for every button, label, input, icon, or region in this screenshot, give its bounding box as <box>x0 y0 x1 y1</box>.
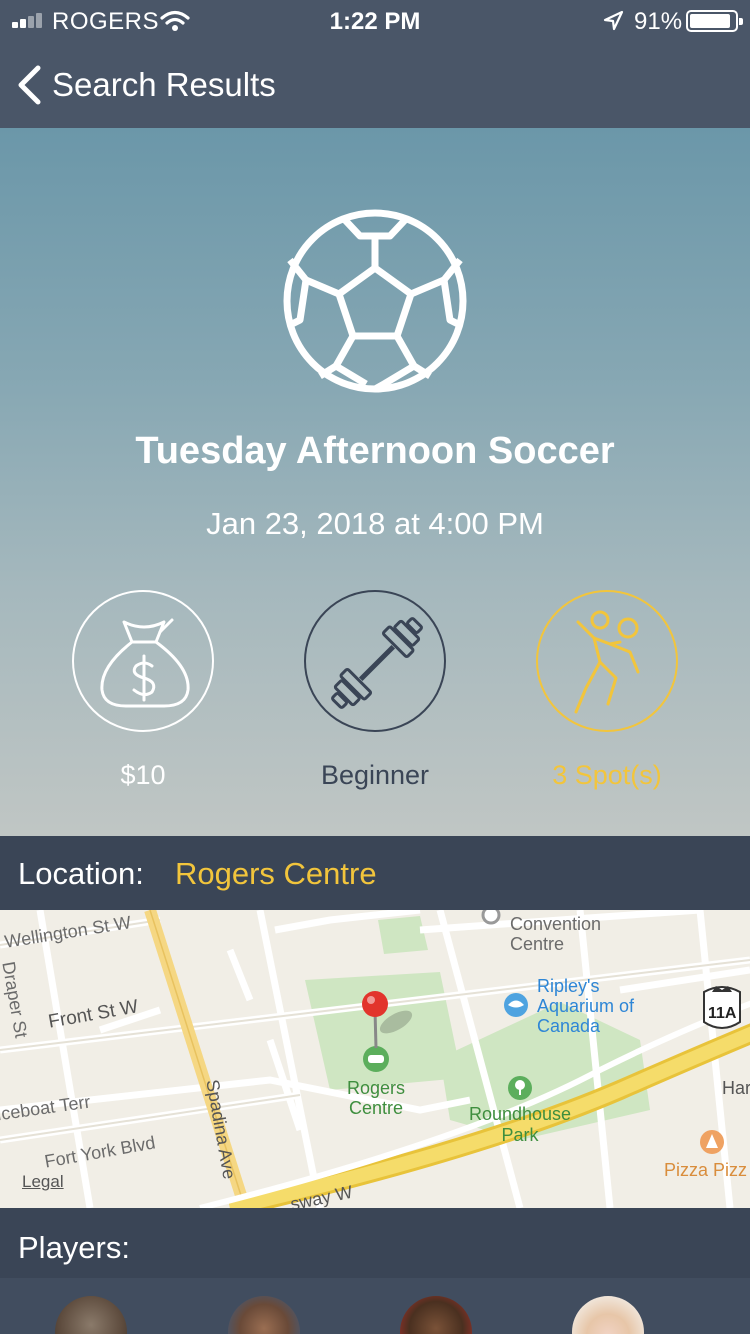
top-bar: ROGERS 1:22 PM 91% Search Results <box>0 0 750 128</box>
player-kicking-icon <box>574 610 640 714</box>
route-shield-label: 11A <box>708 1005 737 1022</box>
place-label-ripleys: Ripley's Aquarium of Canada <box>537 976 635 1036</box>
spots-label: 3 Spot(s) <box>552 760 662 790</box>
navigation-bar: Search Results <box>0 48 750 120</box>
location-label: Location: <box>18 856 144 891</box>
street-label-har: Har <box>722 1078 750 1098</box>
location-value-link[interactable]: Rogers Centre <box>175 856 377 892</box>
dumbbell-icon <box>331 617 423 709</box>
back-button[interactable]: Search Results <box>52 66 276 104</box>
avatar[interactable] <box>55 1296 127 1334</box>
event-title: Tuesday Afternoon Soccer <box>135 430 615 472</box>
convention-centre-marker <box>481 910 501 925</box>
chevron-left-icon[interactable] <box>16 64 42 106</box>
status-bar: ROGERS 1:22 PM 91% <box>0 0 750 40</box>
players-list <box>0 1278 750 1334</box>
players-label: Players: <box>18 1230 130 1265</box>
spots-stat: 3 Spot(s) <box>534 590 680 790</box>
location-section: Location: Rogers Centre <box>0 836 750 910</box>
price-label: $10 <box>120 760 166 790</box>
battery-percent: 91% <box>634 8 683 35</box>
place-label-pizza: Pizza Pizz <box>664 1160 748 1180</box>
money-bag-icon <box>100 618 190 708</box>
avatar[interactable] <box>400 1296 472 1334</box>
place-label-roundhouse: Roundhouse Park <box>468 1104 572 1145</box>
avatar[interactable] <box>572 1296 644 1334</box>
event-header: Tuesday Afternoon Soccer Jan 23, 2018 at… <box>0 128 750 836</box>
avatar[interactable] <box>228 1296 300 1334</box>
battery-icon <box>686 10 743 32</box>
players-section: Players: <box>0 1208 750 1278</box>
price-stat: $10 <box>70 590 216 790</box>
level-label: Beginner <box>320 760 430 790</box>
place-label-convention: Convention Centre <box>510 914 602 954</box>
location-map[interactable]: Wellington St W Draper St Front St W Ice… <box>0 910 750 1208</box>
event-datetime: Jan 23, 2018 at 4:00 PM <box>206 506 544 541</box>
place-label-rogers: Rogers Centre <box>346 1078 406 1118</box>
location-services-icon <box>603 10 624 31</box>
map-legal-link[interactable]: Legal <box>22 1172 64 1192</box>
location-pin-icon <box>362 991 388 1017</box>
soccer-ball-icon <box>283 209 467 393</box>
level-stat: Beginner <box>302 590 448 790</box>
map-canvas <box>0 910 750 1208</box>
